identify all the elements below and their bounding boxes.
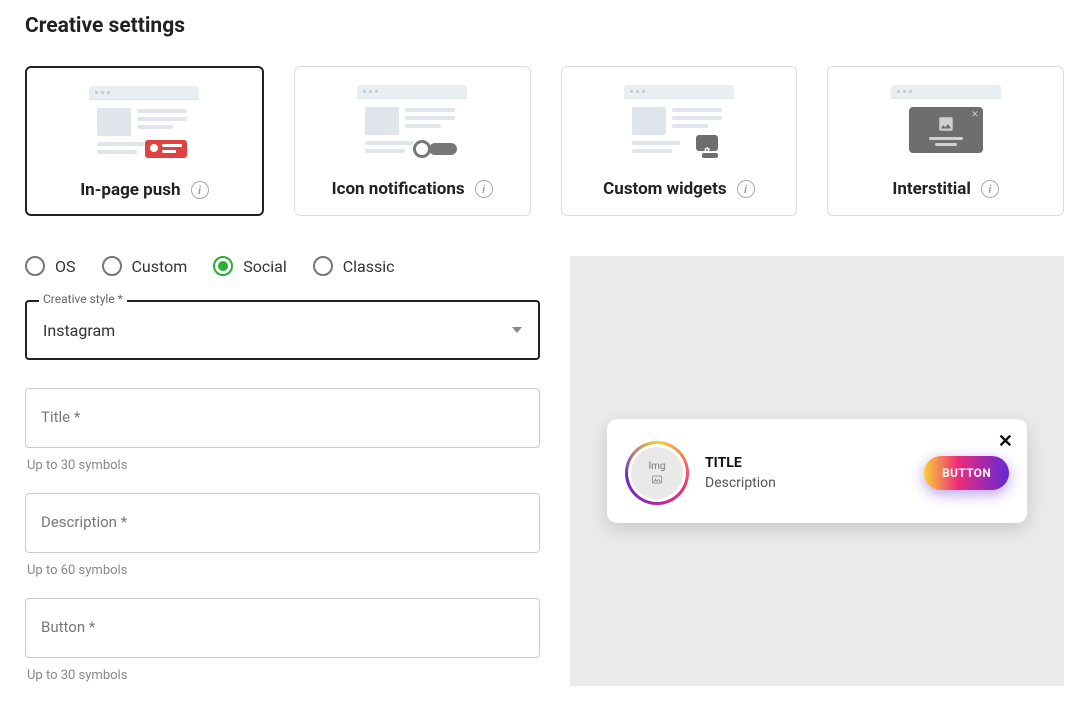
helper-text: Up to 30 symbols (27, 668, 538, 683)
format-label: Custom widgets (603, 179, 726, 199)
radio-label: Social (243, 257, 286, 276)
info-icon[interactable]: i (475, 180, 493, 198)
radio-label: Custom (132, 257, 188, 276)
format-card-custom-widgets[interactable]: Custom widgets i (561, 66, 798, 216)
preview-desc: Description (705, 475, 908, 491)
format-label: Icon notifications (332, 179, 465, 199)
preview-panel: ✕ Img TITLE Description (570, 256, 1064, 686)
image-placeholder-icon: Img (631, 447, 683, 499)
preview-card: ✕ Img TITLE Description (607, 419, 1027, 523)
helper-text: Up to 60 symbols (27, 563, 538, 578)
chevron-down-icon (512, 327, 522, 333)
radio-label: OS (55, 257, 76, 276)
radio-label: Classic (343, 257, 395, 276)
description-input[interactable] (25, 493, 540, 553)
title-field: Title * (25, 388, 540, 448)
format-card-in-page-push[interactable]: In-page push i (25, 66, 264, 216)
avatar-ring: Img (625, 441, 689, 505)
button-field: Button * (25, 598, 540, 658)
preview-button[interactable]: BUTTON (924, 456, 1009, 490)
format-card-row: In-page push i Icon not (25, 66, 1064, 216)
radio-os[interactable]: OS (25, 256, 76, 276)
button-input[interactable] (25, 598, 540, 658)
helper-text: Up to 30 symbols (27, 458, 538, 473)
close-icon[interactable]: ✕ (998, 431, 1013, 452)
radio-classic[interactable]: Classic (313, 256, 395, 276)
format-card-icon-notifications[interactable]: Icon notifications i (294, 66, 531, 216)
browser-window-icon: ✕ (891, 85, 1001, 165)
info-icon[interactable]: i (737, 180, 755, 198)
info-icon[interactable]: i (191, 181, 209, 199)
format-label: In-page push (80, 180, 180, 200)
select-value: Instagram (43, 321, 115, 340)
info-icon[interactable]: i (981, 180, 999, 198)
page-title: Creative settings (25, 14, 1064, 38)
browser-window-icon (89, 86, 199, 166)
browser-window-icon (624, 85, 734, 165)
format-card-interstitial[interactable]: ✕ Interstitial i (827, 66, 1064, 216)
browser-window-icon (357, 85, 467, 165)
description-field: Description * (25, 493, 540, 553)
radio-social[interactable]: Social (213, 256, 286, 276)
preview-title: TITLE (705, 455, 908, 471)
title-input[interactable] (25, 388, 540, 448)
radio-custom[interactable]: Custom (102, 256, 188, 276)
creative-style-select[interactable]: Creative style * Instagram (25, 300, 540, 360)
format-label: Interstitial (892, 179, 971, 199)
